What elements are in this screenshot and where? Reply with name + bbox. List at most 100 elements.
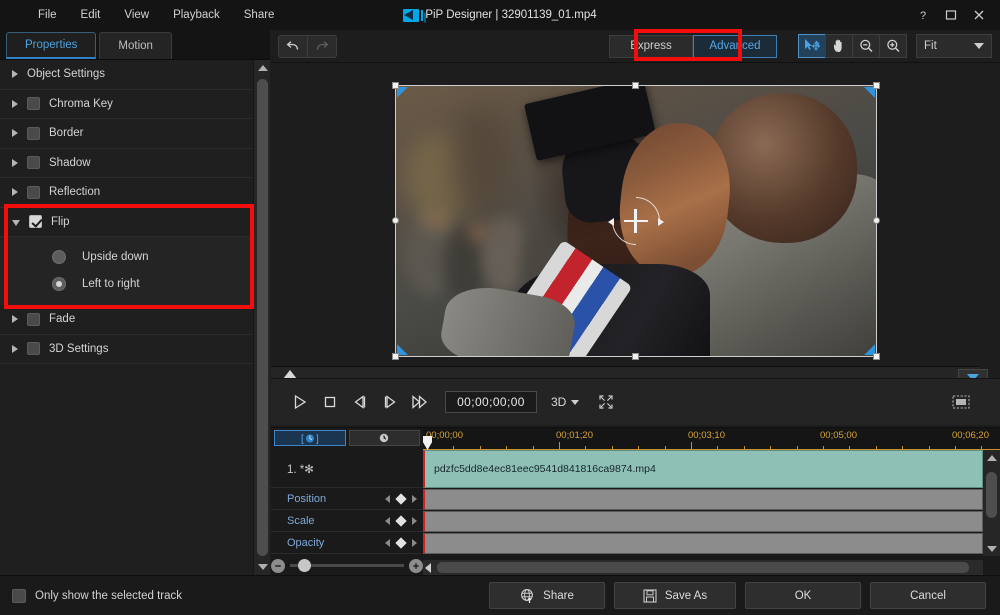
ok-button[interactable]: OK [745,582,861,609]
playhead-marker[interactable] [423,436,432,450]
keyframe-row-scale[interactable]: Scale [271,510,423,532]
settings-3d-checkbox[interactable] [27,342,40,355]
timeline-tracks[interactable]: pdzfc5dd8e4ec81eec9541d841816ca9874.mp4 [423,450,983,556]
scroll-down-icon[interactable] [983,541,1000,556]
property-row-fade[interactable]: Fade [0,305,252,335]
scroll-up-icon[interactable] [254,60,271,76]
keyframe-lane-position[interactable] [423,489,983,510]
keyframe-lane-opacity[interactable] [423,533,983,554]
scroll-up-icon[interactable] [983,450,1000,465]
resize-handle-top-right[interactable] [873,82,880,89]
timecode-field[interactable]: 00;00;00;00 [445,391,537,413]
undo-icon[interactable] [278,35,308,58]
zoom-out-icon[interactable] [852,34,880,58]
express-mode-button[interactable]: Express [609,35,693,58]
property-row-flip[interactable]: Flip [0,208,252,238]
fullscreen-icon[interactable] [593,390,619,414]
menu-item-view[interactable]: View [112,5,161,25]
radio-selected-icon[interactable] [52,277,66,291]
resize-handle-bottom-center[interactable] [632,353,639,360]
resize-handle-bottom-right[interactable] [873,353,880,360]
chroma-key-checkbox[interactable] [27,97,40,110]
only-show-selected-track-checkbox[interactable] [12,589,26,603]
keyframe-row-opacity[interactable]: Opacity [271,532,423,554]
timeline-clip[interactable]: pdzfc5dd8e4ec81eec9541d841816ca9874.mp4 [423,450,983,488]
rotate-move-handle-icon[interactable] [606,191,666,251]
stage-track-bar[interactable] [271,366,980,378]
select-move-icon[interactable] [798,34,826,58]
play-icon[interactable] [285,388,315,416]
timeline-ruler[interactable]: 00;00;00 00;01;20 00;03;10 00;05;00 00;0… [423,428,1000,450]
resize-handle-top-center[interactable] [632,82,639,89]
next-keyframe-icon[interactable] [412,539,417,547]
previous-keyframe-icon[interactable] [385,495,390,503]
zoom-slider-track[interactable] [290,564,404,567]
property-row-chroma-key[interactable]: Chroma Key [0,90,252,120]
flip-checkbox[interactable] [29,215,42,228]
scroll-down-icon[interactable] [254,559,271,575]
menu-item-playback[interactable]: Playback [161,5,232,25]
cancel-button[interactable]: Cancel [870,582,986,609]
zoom-level-dropdown[interactable]: Fit [916,34,992,58]
add-keyframe-icon[interactable] [395,493,406,504]
timeline-vertical-scrollbar[interactable] [983,450,1000,556]
timeline-horizontal-scrollbar[interactable] [423,560,983,575]
next-keyframe-icon[interactable] [412,517,417,525]
advanced-mode-button[interactable]: Advanced [693,35,777,58]
keyframe-lane-scale[interactable] [423,511,983,532]
previous-frame-icon[interactable] [345,388,375,416]
scrollbar-thumb[interactable] [437,562,969,573]
property-row-reflection[interactable]: Reflection [0,178,252,208]
scrollbar-thumb[interactable] [986,472,997,518]
property-row-shadow[interactable]: Shadow [0,149,252,179]
scrollbar-thumb[interactable] [257,79,268,556]
maximize-icon[interactable] [938,3,964,27]
properties-scrollbar[interactable] [253,60,270,575]
add-keyframe-icon[interactable] [395,537,406,548]
zoom-in-icon[interactable] [409,559,423,573]
property-row-border[interactable]: Border [0,119,252,149]
clock-view-icon[interactable] [349,430,421,446]
resize-handle-right[interactable] [873,217,880,224]
property-row-object-settings[interactable]: Object Settings [0,60,252,90]
reflection-checkbox[interactable] [27,186,40,199]
resize-handle-left[interactable] [392,217,399,224]
border-checkbox[interactable] [27,127,40,140]
scroll-left-icon[interactable] [425,563,431,573]
3d-mode-dropdown[interactable]: 3D [551,395,579,409]
add-keyframe-icon[interactable] [395,515,406,526]
menu-item-edit[interactable]: Edit [69,5,113,25]
zoom-in-icon[interactable] [879,34,907,58]
zoom-slider-knob[interactable] [298,559,311,572]
tab-motion[interactable]: Motion [99,32,172,59]
resize-handle-bottom-left[interactable] [392,353,399,360]
previous-keyframe-icon[interactable] [385,539,390,547]
save-as-button[interactable]: Save As [614,582,736,609]
menu-item-file[interactable]: File [26,5,69,25]
shadow-checkbox[interactable] [27,156,40,169]
property-row-3d-settings[interactable]: 3D Settings [0,335,252,365]
keyframe-row-position[interactable]: Position [271,488,423,510]
flip-option-left-to-right[interactable]: Left to right [0,270,252,297]
timeline-zoom-slider[interactable] [271,556,423,575]
menu-item-share[interactable]: Share [232,5,287,25]
next-keyframe-icon[interactable] [412,495,417,503]
track-header-row[interactable]: 1. *✻ [271,450,423,488]
next-frame-icon[interactable] [375,388,405,416]
preview-canvas-wrapper[interactable] [395,85,877,357]
redo-icon[interactable] [307,35,337,58]
radio-icon[interactable] [52,250,66,264]
stop-icon[interactable] [315,388,345,416]
flip-option-upside-down[interactable]: Upside down [0,243,252,270]
fade-checkbox[interactable] [27,313,40,326]
hand-icon[interactable] [825,34,853,58]
tab-properties[interactable]: Properties [6,32,96,59]
fast-forward-icon[interactable] [405,388,435,416]
zoom-out-icon[interactable] [271,559,285,573]
help-icon[interactable]: ? [910,3,936,27]
close-icon[interactable] [966,3,992,27]
share-button[interactable]: Share [489,582,605,609]
snapshot-icon[interactable] [948,391,974,413]
resize-handle-top-left[interactable] [392,82,399,89]
keyframe-view-icon[interactable]: [ ] [274,430,346,446]
